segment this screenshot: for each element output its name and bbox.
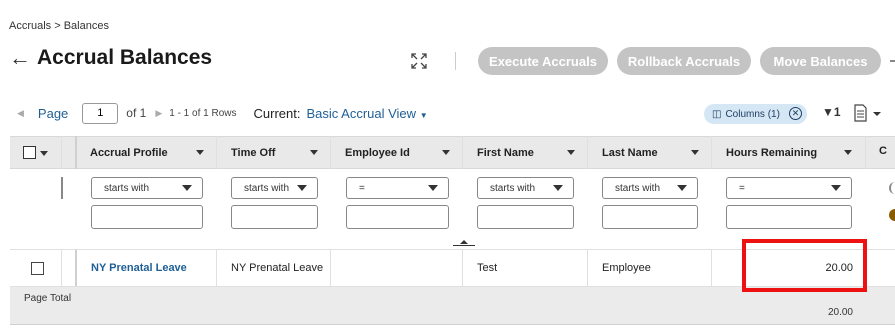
- col-header-employee-id[interactable]: Employee Id: [331, 137, 462, 169]
- grid-header: Accrual Profile Time Off Employee Id Fir…: [10, 136, 895, 169]
- filter-input-time-off[interactable]: [231, 205, 318, 229]
- employee-id-cell: [331, 250, 462, 286]
- filter-op-value: =: [739, 182, 745, 194]
- filter-op-time-off[interactable]: starts with: [231, 177, 318, 199]
- col-header-label: First Name: [477, 147, 534, 159]
- select-all-dropdown[interactable]: [40, 151, 48, 156]
- column-menu-icon[interactable]: [196, 150, 204, 155]
- filter-row: starts with starts with = starts with st…: [10, 169, 895, 249]
- filter-input-accrual-profile[interactable]: [91, 205, 203, 229]
- execute-accruals-button[interactable]: Execute Accruals: [478, 47, 608, 75]
- page-number-input[interactable]: [82, 102, 119, 124]
- page-label: Page: [37, 105, 69, 121]
- pager: ◀ Page of 1 ▶ 1 - 1 of 1 Rows Current: B…: [17, 102, 428, 124]
- column-menu-icon[interactable]: [691, 150, 699, 155]
- filter-count: 1: [833, 105, 841, 119]
- page-total-row: Page Total 20.00: [10, 287, 895, 325]
- page-of-label: of 1: [126, 106, 147, 120]
- filter-input-last-name[interactable]: [602, 205, 698, 229]
- back-arrow-icon[interactable]: ←: [9, 47, 31, 69]
- filter-input-first-name[interactable]: [477, 205, 574, 229]
- rows-count: 1 - 1 of 1 Rows: [169, 107, 237, 119]
- col-header-accrual-profile[interactable]: Accrual Profile: [76, 137, 216, 169]
- overflow-edge: [890, 60, 895, 62]
- page-total-label: Page Total: [24, 293, 72, 304]
- select-all-checkbox[interactable]: [23, 146, 36, 159]
- chevron-down-icon: [553, 185, 563, 191]
- toolbar-divider: [455, 52, 456, 70]
- next-page-icon[interactable]: ▶: [155, 108, 162, 119]
- row-checkbox[interactable]: [31, 262, 44, 275]
- filter-op-value: starts with: [490, 182, 536, 194]
- data-grid: Accrual Profile Time Off Employee Id Fir…: [10, 136, 895, 326]
- rollback-accruals-button[interactable]: Rollback Accruals: [617, 47, 751, 75]
- chevron-down-icon: [677, 185, 687, 191]
- col-header-time-off[interactable]: Time Off: [217, 137, 330, 169]
- breadcrumb[interactable]: Accruals > Balances: [9, 20, 109, 32]
- cut-off-filter-widget: [889, 182, 895, 194]
- cut-off-column-header: C: [879, 145, 887, 157]
- col-header-label: Time Off: [231, 147, 276, 159]
- col-header-label: Accrual Profile: [90, 147, 168, 159]
- filter-input-hours-remaining[interactable]: [726, 205, 852, 229]
- chevron-down-icon: [297, 185, 307, 191]
- title-row: ← Accrual Balances: [9, 46, 212, 70]
- last-name-cell: Employee: [602, 262, 651, 274]
- column-menu-icon[interactable]: [442, 150, 450, 155]
- page-total-hours: 20.00: [827, 307, 853, 318]
- collapse-filter-icon[interactable]: [453, 240, 475, 246]
- first-name-cell: Test: [477, 262, 498, 274]
- column-menu-icon[interactable]: [844, 150, 852, 155]
- expand-icon[interactable]: [410, 52, 428, 70]
- filter-op-hours-remaining[interactable]: =: [726, 177, 852, 199]
- prev-page-icon[interactable]: ◀: [17, 108, 24, 119]
- col-header-label: Hours Remaining: [726, 147, 818, 159]
- filter-icon: ▼: [822, 105, 834, 119]
- filter-button[interactable]: ▼1: [822, 105, 841, 119]
- highlight-box: [742, 239, 867, 292]
- filter-op-last-name[interactable]: starts with: [602, 177, 698, 199]
- columns-icon: ◫: [712, 108, 722, 120]
- view-selector[interactable]: Basic Accrual View ▼: [306, 106, 427, 121]
- col-header-last-name[interactable]: Last Name: [588, 137, 711, 169]
- chevron-down-icon: [428, 185, 438, 191]
- columns-chip[interactable]: ◫ Columns (1) ✕: [704, 104, 807, 124]
- col-header-label: Last Name: [602, 147, 658, 159]
- filter-op-accrual-profile[interactable]: starts with: [91, 177, 203, 199]
- filter-row-marker: [61, 177, 63, 199]
- filter-op-first-name[interactable]: starts with: [477, 177, 574, 199]
- col-header-hours-remaining[interactable]: Hours Remaining: [712, 137, 864, 169]
- cut-off-filter-widget: [889, 209, 895, 221]
- close-icon[interactable]: ✕: [789, 107, 802, 120]
- column-menu-icon[interactable]: [310, 150, 318, 155]
- col-header-label: Employee Id: [345, 147, 410, 159]
- filter-op-value: starts with: [104, 182, 150, 194]
- col-header-first-name[interactable]: First Name: [463, 137, 587, 169]
- filter-op-value: =: [359, 182, 365, 194]
- chevron-down-icon: [182, 185, 192, 191]
- filter-op-value: starts with: [244, 182, 290, 194]
- chevron-down-icon: [831, 185, 841, 191]
- filter-op-value: starts with: [615, 182, 661, 194]
- move-balances-button[interactable]: Move Balances: [760, 47, 881, 75]
- view-name: Basic Accrual View: [306, 105, 417, 121]
- page-title: Accrual Balances: [37, 46, 213, 69]
- accrual-profile-link[interactable]: NY Prenatal Leave: [77, 250, 216, 286]
- filter-input-employee-id[interactable]: [346, 205, 449, 229]
- chevron-down-icon: ▼: [419, 110, 428, 120]
- time-off-cell: NY Prenatal Leave: [231, 262, 324, 274]
- filter-op-employee-id[interactable]: =: [346, 177, 449, 199]
- export-icon[interactable]: [853, 104, 883, 122]
- column-menu-icon[interactable]: [567, 150, 575, 155]
- columns-chip-label: Columns (1): [725, 108, 780, 120]
- current-view-label: Current:: [253, 105, 301, 121]
